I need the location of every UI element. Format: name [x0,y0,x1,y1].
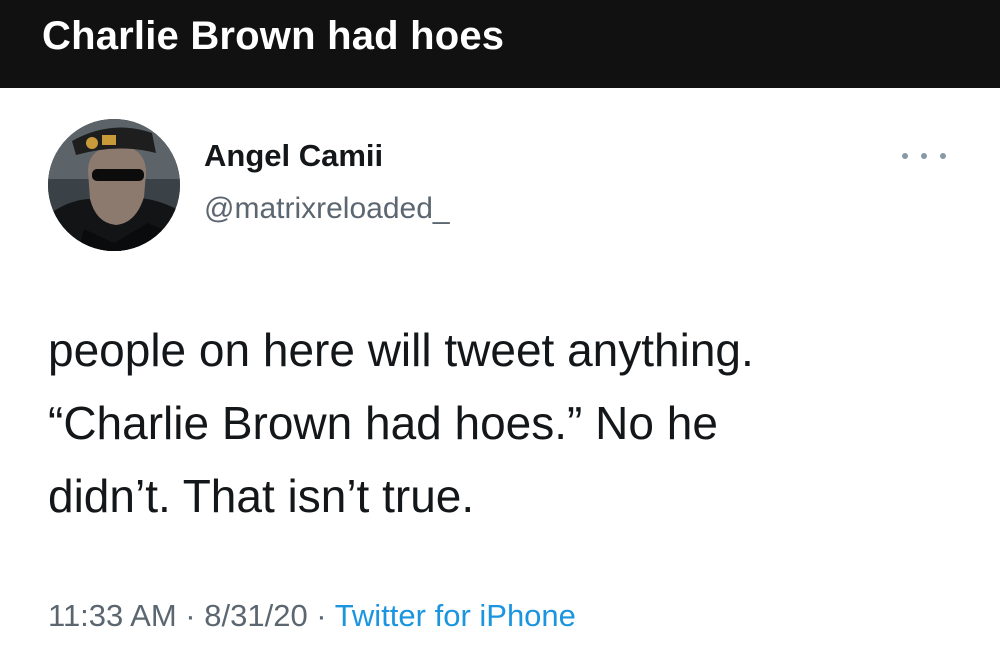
tweet-time[interactable]: 11:33 AM [48,598,177,633]
tweet-text-line: didn’t. That isn’t true. [48,470,475,522]
header-bar: Charlie Brown had hoes [0,0,1000,88]
header-title: Charlie Brown had hoes [42,14,505,58]
user-display-name[interactable]: Angel Camii [204,138,383,174]
avatar[interactable] [48,119,180,251]
more-dot [921,153,927,159]
user-handle[interactable]: @matrixreloaded_ [204,192,450,226]
tweet-text-line: people on here will tweet anything. [48,324,754,376]
more-dot [940,153,946,159]
meta-separator: · [176,598,205,633]
more-dot [902,153,908,159]
tweet-date[interactable]: 8/31/20 [204,598,307,633]
tweet-text: people on here will tweet anything. “Cha… [48,314,928,533]
tweet-card: Angel Camii @matrixreloaded_ people on h… [0,88,1000,650]
tweet-text-line: “Charlie Brown had hoes.” No he [48,397,718,449]
tweet-metadata: 11:33 AM · 8/31/20 · Twitter for iPhone [48,598,576,634]
more-options-icon[interactable] [902,146,946,166]
meta-separator: · [307,598,335,633]
tweet-source-link[interactable]: Twitter for iPhone [335,598,576,633]
avatar-image [48,119,180,251]
